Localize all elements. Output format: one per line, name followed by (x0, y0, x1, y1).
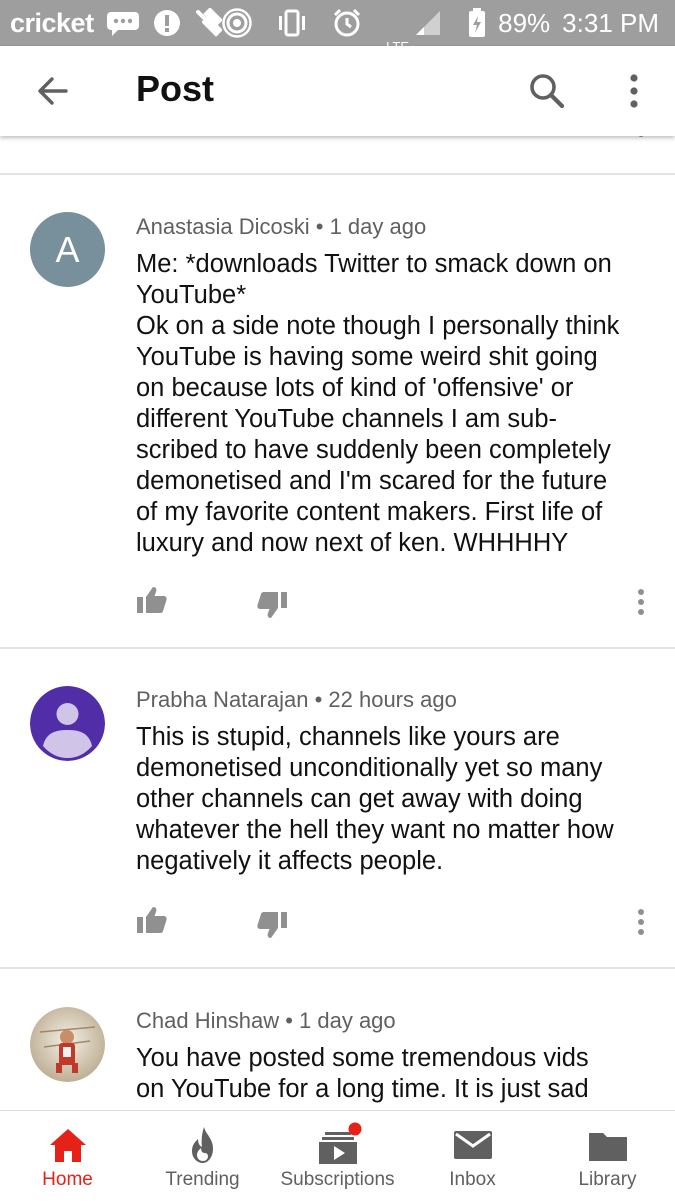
more-vert-icon (638, 909, 644, 935)
user-photo-avatar (30, 1007, 105, 1082)
notification-dot (348, 1122, 361, 1136)
comment-author[interactable]: Prabha Natarajan (136, 687, 308, 712)
nav-trending[interactable]: Trending (135, 1111, 270, 1201)
folder-icon (588, 1133, 627, 1161)
nav-label: Inbox (449, 1169, 496, 1190)
comment-item: Chad Hinshaw • 1 day ago You have posted… (0, 969, 675, 1110)
comment-time: 1 day ago (299, 1008, 396, 1033)
default-avatar-icon (30, 686, 105, 761)
comment-time: 22 hours ago (328, 687, 457, 712)
avatar-letter: A (55, 228, 80, 270)
arrow-back-icon (38, 77, 68, 105)
nav-label: Library (578, 1169, 637, 1190)
hotspot-icon (222, 8, 252, 38)
comment-menu-button[interactable] (630, 587, 652, 622)
comment-menu-button[interactable] (630, 907, 652, 942)
status-bar: cricket LTE 89% 3:31 PM (0, 0, 675, 54)
comment-meta: Chad Hinshaw • 1 day ago (136, 1008, 396, 1033)
search-button[interactable] (526, 70, 568, 112)
comment-time: 1 day ago (329, 214, 427, 239)
nav-home[interactable]: Home (0, 1111, 135, 1201)
subscriptions-icon (318, 1122, 361, 1164)
comment-text: Me: *downloads Twitter to smack down on … (136, 250, 620, 557)
like-button[interactable] (136, 905, 168, 940)
dislike-button[interactable] (256, 910, 288, 945)
avatar[interactable]: A (30, 212, 105, 287)
comment-item: Prabha Natarajan • 22 hours ago This is … (0, 649, 675, 967)
flame-icon (191, 1127, 213, 1163)
alarm-icon (332, 8, 362, 38)
dislike-icon (257, 592, 287, 618)
vibrate-icon (276, 8, 308, 38)
back-button[interactable] (32, 70, 74, 112)
message-icon (106, 10, 140, 36)
dislike-icon (256, 136, 286, 148)
like-button[interactable] (136, 585, 168, 620)
search-icon (530, 74, 565, 109)
nav-inbox[interactable]: Inbox (405, 1111, 540, 1201)
like-icon (137, 587, 167, 613)
nav-label: Subscriptions (280, 1169, 395, 1190)
avatar[interactable] (30, 1007, 105, 1082)
more-vert-icon (638, 589, 644, 615)
carrier-name: cricket (10, 7, 94, 38)
nav-label: Home (42, 1169, 93, 1190)
like-icon (137, 907, 167, 933)
more-vert-icon (638, 136, 644, 137)
nav-subscriptions[interactable]: Subscriptions (270, 1111, 405, 1201)
more-vert-icon (630, 74, 638, 108)
battery-icon (468, 8, 486, 38)
avatar[interactable] (30, 686, 105, 761)
clock-time: 3:31 PM (562, 7, 659, 38)
page-title: Post (136, 68, 215, 109)
comment-feed[interactable]: A Anastasia Dicoski • 1 day ago Me: *dow… (0, 136, 675, 1110)
avatar-letter-circle: A (30, 212, 105, 287)
app-bar: Post (0, 46, 675, 136)
battery-percent: 89% (498, 7, 551, 38)
nav-label: Trending (165, 1169, 240, 1190)
comment-text: You have posted some tremendous vids on … (136, 1044, 589, 1103)
bottom-navigation: Home Trending Subscriptions Inbox Librar… (0, 1110, 675, 1201)
overflow-menu-button[interactable] (614, 70, 654, 112)
comment-meta: Prabha Natarajan • 22 hours ago (136, 687, 457, 712)
comment-item: A Anastasia Dicoski • 1 day ago Me: *dow… (0, 175, 675, 647)
status-right: LTE 89% 3:31 PM (210, 0, 659, 54)
home-icon (49, 1129, 86, 1162)
nav-library[interactable]: Library (540, 1111, 675, 1201)
mail-icon (453, 1131, 492, 1159)
comment-text: This is stupid, channels like yours are … (136, 723, 614, 875)
comment-meta: Anastasia Dicoski • 1 day ago (136, 214, 427, 239)
alert-icon (152, 8, 182, 38)
comment-author[interactable]: Anastasia Dicoski (136, 214, 310, 239)
comment-author[interactable]: Chad Hinshaw (136, 1008, 279, 1033)
like-icon (136, 136, 166, 146)
dislike-button[interactable] (256, 590, 288, 625)
dislike-icon (257, 912, 287, 938)
